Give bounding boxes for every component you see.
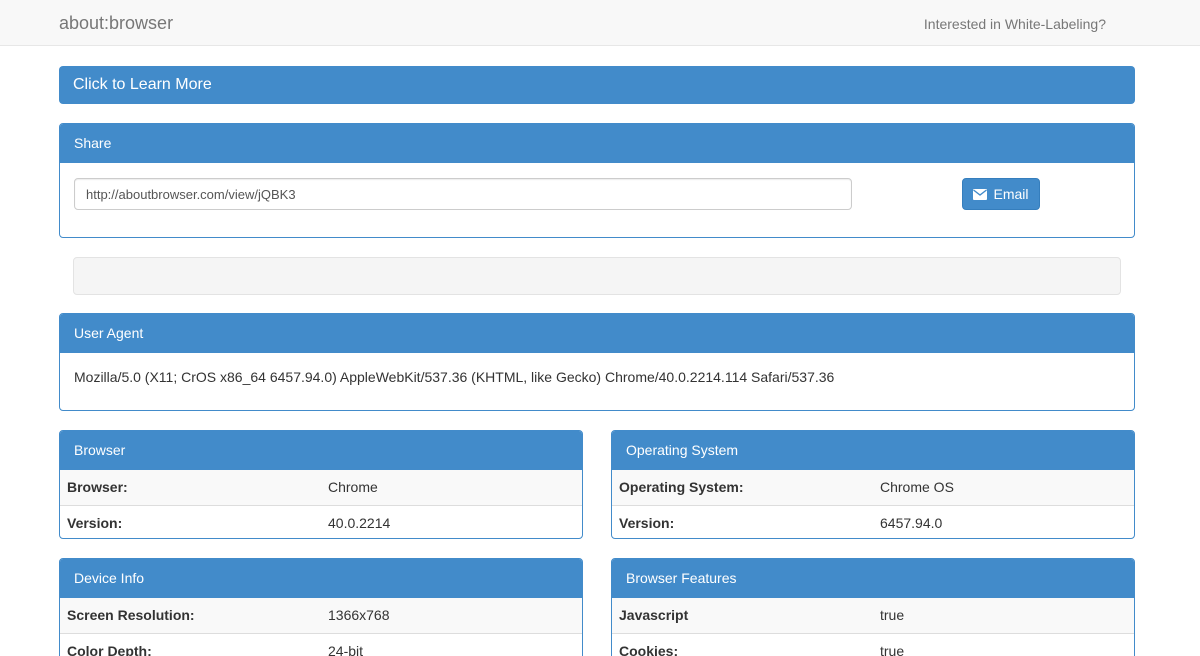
table-row: Version: 6457.94.0 bbox=[612, 504, 1134, 538]
learn-more-banner[interactable]: Click to Learn More bbox=[59, 66, 1135, 104]
envelope-icon bbox=[973, 188, 988, 200]
row-key: Color Depth: bbox=[60, 632, 321, 656]
row-key: Operating System: bbox=[619, 479, 744, 496]
features-panel-title: Browser Features bbox=[612, 559, 1134, 598]
user-agent-title: User Agent bbox=[60, 314, 1134, 353]
row-key: Version: bbox=[60, 504, 321, 538]
browser-panel-title: Browser bbox=[60, 431, 582, 470]
share-panel-title: Share bbox=[60, 124, 1134, 163]
device-table: Screen Resolution: 1366x768 Color Depth:… bbox=[60, 598, 582, 656]
table-row: Operating System: Chrome OS bbox=[612, 470, 1134, 505]
table-row: Javascript true bbox=[612, 598, 1134, 633]
browser-features-panel: Browser Features Javascript true Cookies… bbox=[611, 558, 1135, 656]
features-table: Javascript true Cookies: true bbox=[612, 598, 1134, 656]
share-panel: Share Email bbox=[59, 123, 1135, 238]
row-key: Javascript bbox=[619, 607, 689, 624]
row-value: true bbox=[880, 607, 905, 624]
row-key: Cookies: bbox=[612, 632, 873, 656]
share-url-input[interactable] bbox=[74, 178, 852, 210]
white-labeling-link[interactable]: Interested in White-Labeling? bbox=[924, 16, 1106, 32]
user-agent-panel: User Agent Mozilla/5.0 (X11; CrOS x86_64… bbox=[59, 313, 1135, 411]
operating-system-panel: Operating System Operating System: Chrom… bbox=[611, 430, 1135, 539]
user-agent-string: Mozilla/5.0 (X11; CrOS x86_64 6457.94.0)… bbox=[74, 369, 835, 385]
row-value: true bbox=[873, 632, 1134, 656]
table-row: Cookies: true bbox=[612, 632, 1134, 656]
row-value: 1366x768 bbox=[328, 607, 390, 624]
row-value: 40.0.2214 bbox=[321, 504, 582, 538]
table-row: Color Depth: 24-bit bbox=[60, 632, 582, 656]
os-panel-title: Operating System bbox=[612, 431, 1134, 470]
row-key: Screen Resolution: bbox=[67, 607, 195, 624]
row-value: Chrome bbox=[328, 479, 378, 496]
top-navbar: about:browser Interested in White-Labeli… bbox=[0, 0, 1200, 46]
empty-well bbox=[73, 257, 1121, 295]
os-table: Operating System: Chrome OS Version: 645… bbox=[612, 470, 1134, 538]
table-row: Browser: Chrome bbox=[60, 470, 582, 505]
email-button[interactable]: Email bbox=[962, 178, 1040, 210]
device-panel-title: Device Info bbox=[60, 559, 582, 598]
row-value: 24-bit bbox=[321, 632, 582, 656]
table-row: Screen Resolution: 1366x768 bbox=[60, 598, 582, 633]
row-key: Browser: bbox=[67, 479, 128, 496]
row-value: 6457.94.0 bbox=[873, 504, 1134, 538]
row-value: Chrome OS bbox=[880, 479, 954, 496]
browser-panel: Browser Browser: Chrome Version: 40.0.22… bbox=[59, 430, 583, 539]
email-button-label: Email bbox=[993, 186, 1029, 202]
table-row: Version: 40.0.2214 bbox=[60, 504, 582, 538]
device-info-panel: Device Info Screen Resolution: 1366x768 … bbox=[59, 558, 583, 656]
browser-table: Browser: Chrome Version: 40.0.2214 bbox=[60, 470, 582, 538]
row-key: Version: bbox=[612, 504, 873, 538]
brand-link[interactable]: about:browser bbox=[59, 13, 173, 34]
